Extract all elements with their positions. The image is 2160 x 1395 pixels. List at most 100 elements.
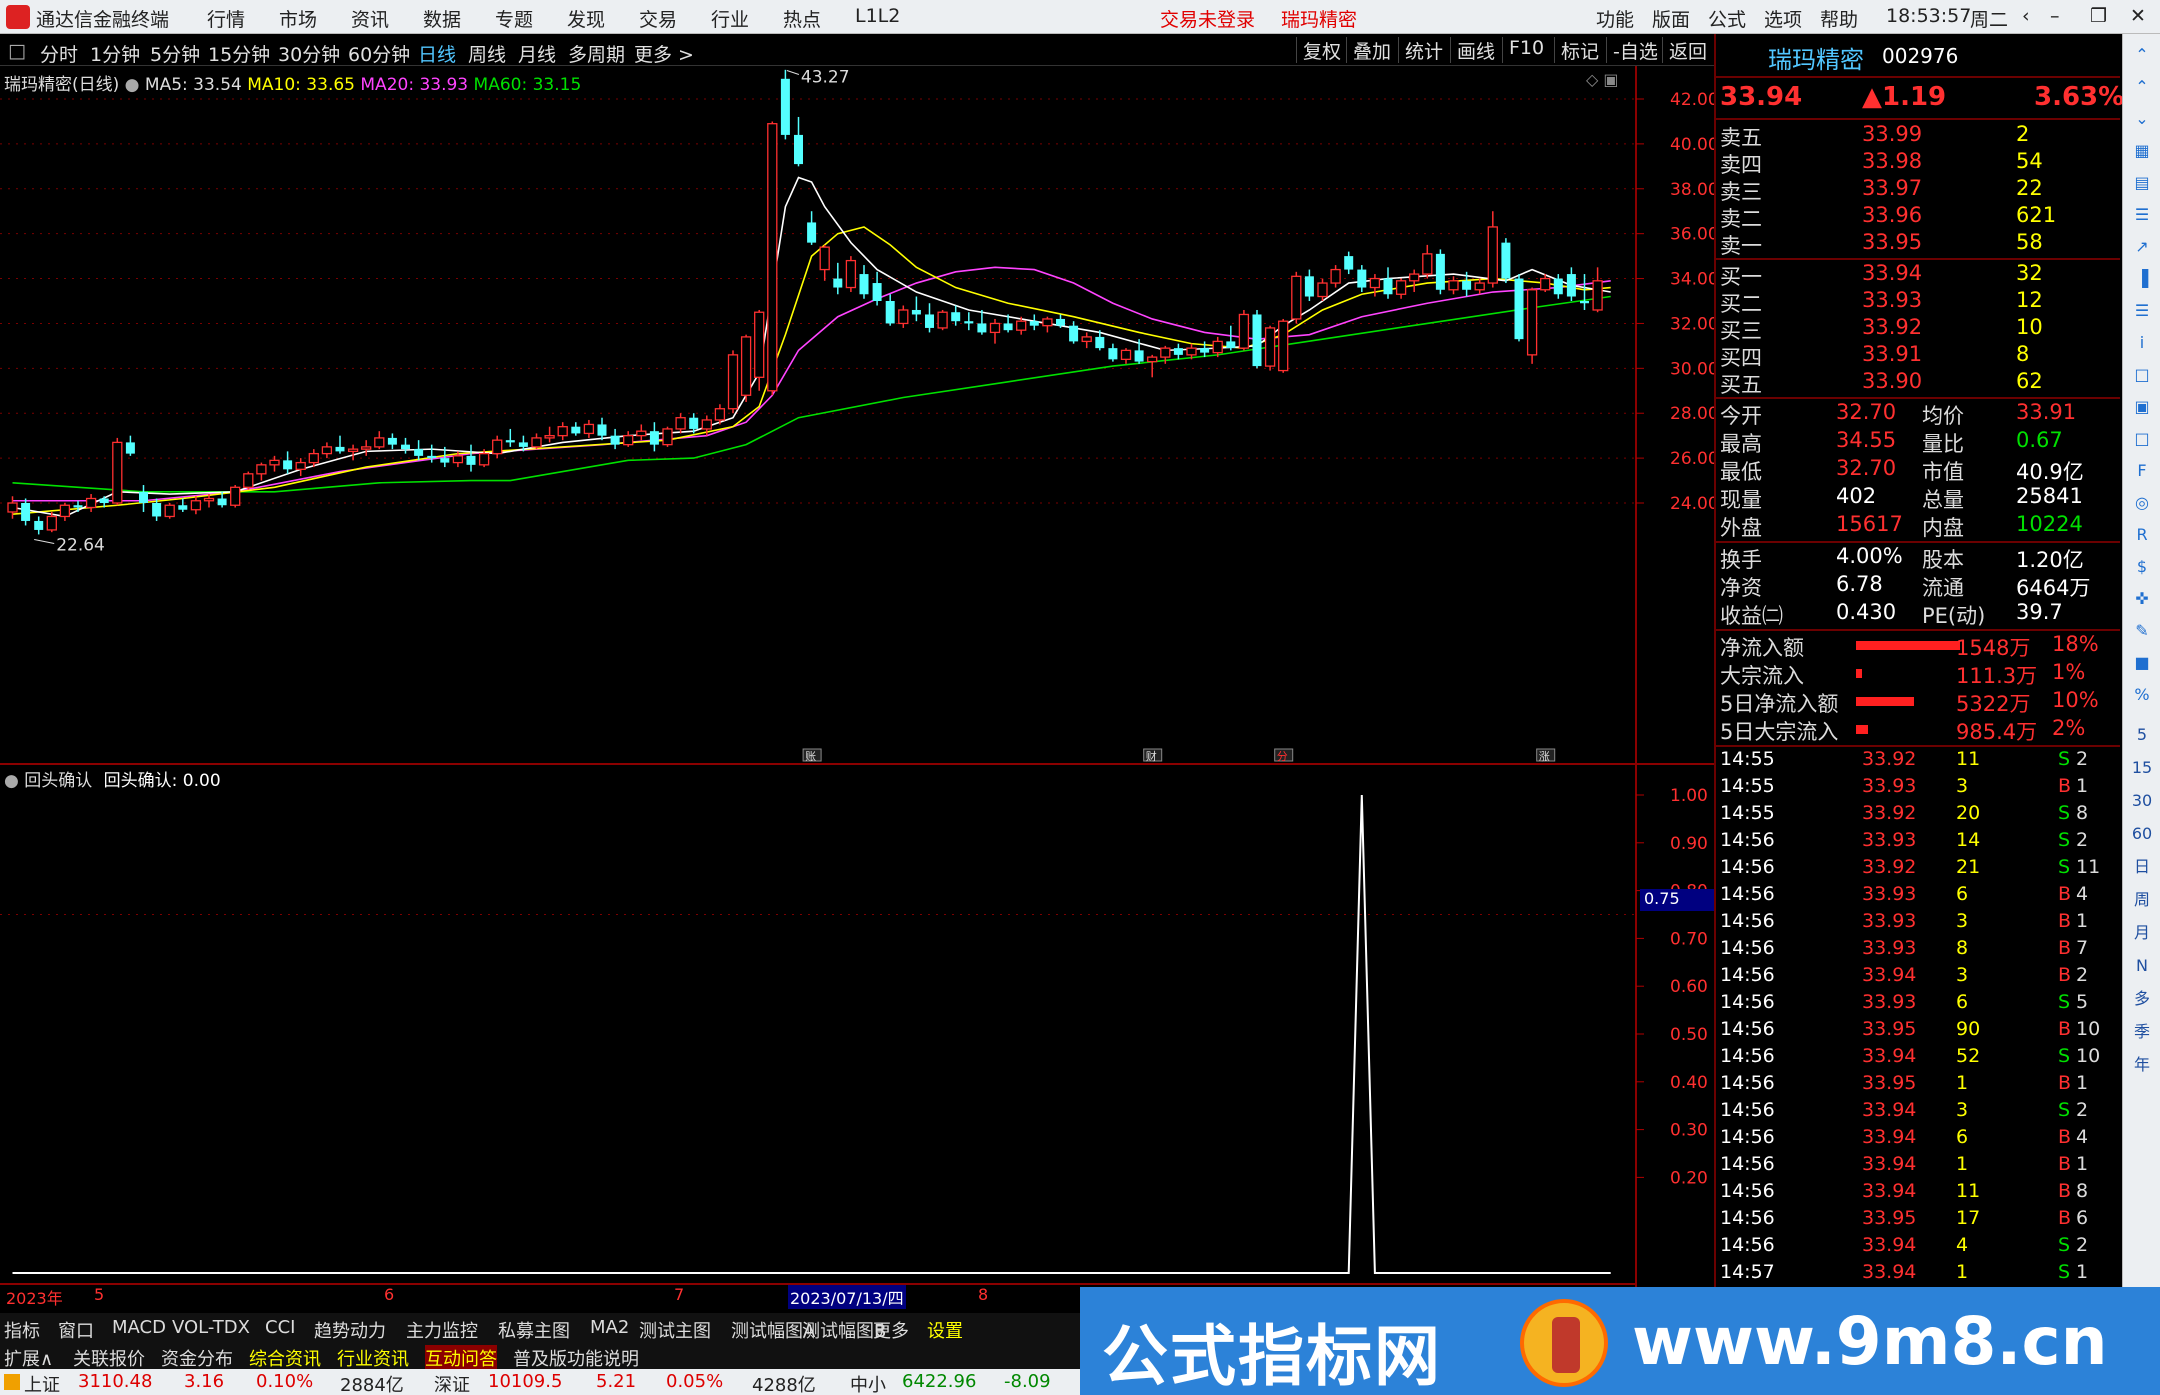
period-60min[interactable]: 60分钟: [348, 40, 410, 67]
fanhui-button[interactable]: 返回: [1662, 37, 1713, 63]
period-daily[interactable]: 日线: [418, 40, 456, 67]
menu-l1l2[interactable]: L1L2: [855, 5, 900, 27]
chart-tools[interactable]: ◇ ▣: [1586, 70, 1619, 89]
period-30min[interactable]: 30分钟: [278, 40, 340, 67]
info-tab[interactable]: 资金分布: [161, 1345, 233, 1371]
close-icon[interactable]: ✕: [2130, 5, 2146, 27]
indicator-tab[interactable]: CCI: [265, 1317, 295, 1338]
menu-zixun[interactable]: 资讯: [351, 5, 389, 32]
side-period-5[interactable]: 日: [2129, 854, 2155, 880]
indicator-tab[interactable]: 窗口: [58, 1317, 94, 1343]
move-icon[interactable]: ✜: [2129, 586, 2155, 612]
indicator-tab[interactable]: 设置: [927, 1317, 963, 1343]
diejia-button[interactable]: 叠加: [1346, 37, 1397, 63]
menu-hangqing[interactable]: 行情: [207, 5, 245, 32]
menu-xuanxiang[interactable]: 选项: [1764, 5, 1802, 32]
tongji-button[interactable]: 统计: [1398, 37, 1449, 63]
dropdown-icon[interactable]: ●: [125, 75, 140, 95]
event-marker[interactable]: 涨: [1536, 748, 1556, 763]
info-tab[interactable]: 综合资讯: [249, 1345, 321, 1371]
maximize-icon[interactable]: ❒: [2090, 5, 2107, 27]
menu-hangye[interactable]: 行业: [711, 5, 749, 32]
list-icon[interactable]: ☰: [2129, 298, 2155, 324]
minimize-icon[interactable]: –: [2050, 5, 2060, 27]
menu-redian[interactable]: 热点: [783, 5, 821, 32]
side-period-4[interactable]: 60: [2129, 821, 2155, 847]
chart-line-icon[interactable]: ↗: [2129, 234, 2155, 260]
indicator-tab[interactable]: 测试主图: [639, 1317, 711, 1343]
indicator-tab[interactable]: 指标: [4, 1317, 40, 1343]
trade-login-link[interactable]: 交易未登录: [1160, 5, 1255, 32]
side-period-3[interactable]: 30: [2129, 788, 2155, 814]
period-15min[interactable]: 15分钟: [208, 40, 270, 67]
rss-icon[interactable]: R: [2129, 522, 2155, 548]
stock-icon[interactable]: ▣: [2129, 394, 2155, 420]
indicator-tab[interactable]: MA2: [590, 1317, 629, 1338]
info-icon[interactable]: i: [2129, 330, 2155, 356]
indicator-tab[interactable]: 主力监控: [406, 1317, 478, 1343]
kline-chart[interactable]: 24.00 26.00 28.00 30.00 32.00 34.00 36.00 38.00…: [0, 66, 1714, 1287]
info-tab[interactable]: 扩展∧: [4, 1345, 53, 1371]
period-multi[interactable]: 多周期: [568, 40, 625, 67]
indicator-tab[interactable]: 趋势动力: [314, 1317, 386, 1343]
side-period-8[interactable]: N: [2129, 953, 2155, 979]
indicator-tab[interactable]: MACD: [112, 1317, 166, 1338]
menu-bangzhu[interactable]: 帮助: [1820, 5, 1858, 32]
huaxian-button[interactable]: 画线: [1450, 37, 1501, 63]
side-period-2[interactable]: 15: [2129, 755, 2155, 781]
info-tab[interactable]: 普及版功能说明: [513, 1345, 639, 1371]
period-fenshi[interactable]: 分时: [40, 40, 78, 67]
indicator-tab[interactable]: 私募主图: [498, 1317, 570, 1343]
menu-jiaoyi[interactable]: 交易: [639, 5, 677, 32]
indicator-tab[interactable]: VOL-TDX: [172, 1317, 250, 1338]
toggle-icon[interactable]: □: [8, 40, 26, 62]
side-period-7[interactable]: 月: [2129, 920, 2155, 946]
info-tab[interactable]: 行业资讯: [337, 1345, 409, 1371]
period-monthly[interactable]: 月线: [518, 40, 556, 67]
doc-icon[interactable]: □: [2129, 362, 2155, 388]
menu-shichang[interactable]: 市场: [279, 5, 317, 32]
pencil-icon[interactable]: ✎: [2129, 618, 2155, 644]
side-period-9[interactable]: 多: [2129, 986, 2155, 1012]
chart-bar-icon[interactable]: ▐: [2129, 266, 2155, 292]
menu-zhuanti[interactable]: 专题: [495, 5, 533, 32]
doc-icon[interactable]: □: [2129, 426, 2155, 452]
indicator-tab[interactable]: 更多: [873, 1317, 909, 1343]
sub-dropdown-icon[interactable]: ●: [4, 771, 19, 791]
period-weekly[interactable]: 周线: [468, 40, 506, 67]
period-more[interactable]: 更多 >: [634, 40, 694, 67]
f10-button[interactable]: F10: [1502, 37, 1550, 63]
menu-banmian[interactable]: 版面: [1652, 5, 1690, 32]
table-icon[interactable]: ▤: [2129, 170, 2155, 196]
fs-icon[interactable]: ■: [2129, 650, 2155, 676]
grid-icon[interactable]: ▦: [2129, 138, 2155, 164]
menu-gongshi[interactable]: 公式: [1708, 5, 1746, 32]
side-period-1[interactable]: 5: [2129, 722, 2155, 748]
menu-faxian[interactable]: 发现: [567, 5, 605, 32]
arrow-down-icon[interactable]: ⌄: [2129, 106, 2155, 132]
menu-shuju[interactable]: 数据: [423, 5, 461, 32]
back-arrow-icon[interactable]: ‹: [2022, 5, 2030, 27]
event-marker[interactable]: 财: [1143, 748, 1163, 763]
info-tab[interactable]: 互动问答: [425, 1345, 497, 1371]
zixuan-button[interactable]: -自选: [1606, 37, 1664, 63]
period-5min[interactable]: 5分钟: [150, 40, 200, 67]
arrow-up-icon[interactable]: ⌃: [2129, 42, 2155, 68]
percent-icon[interactable]: %: [2129, 682, 2155, 708]
money-icon[interactable]: $: [2129, 554, 2155, 580]
event-marker[interactable]: 分: [1274, 748, 1294, 763]
info-tab[interactable]: 关联报价: [73, 1345, 145, 1371]
target-icon[interactable]: ◎: [2129, 490, 2155, 516]
side-period-10[interactable]: 季: [2129, 1019, 2155, 1045]
list-icon[interactable]: ☰: [2129, 202, 2155, 228]
menu-gongneng[interactable]: 功能: [1596, 5, 1634, 32]
period-1min[interactable]: 1分钟: [90, 40, 140, 67]
fuquan-button[interactable]: 复权: [1296, 37, 1347, 63]
side-period-11[interactable]: 年: [2129, 1052, 2155, 1078]
f10-icon[interactable]: F: [2129, 458, 2155, 484]
candle-body: [452, 455, 464, 464]
arrow-up-icon[interactable]: ⌃: [2129, 74, 2155, 100]
biaoji-button[interactable]: 标记: [1554, 37, 1605, 63]
event-marker[interactable]: 账: [802, 748, 822, 763]
side-period-6[interactable]: 周: [2129, 887, 2155, 913]
